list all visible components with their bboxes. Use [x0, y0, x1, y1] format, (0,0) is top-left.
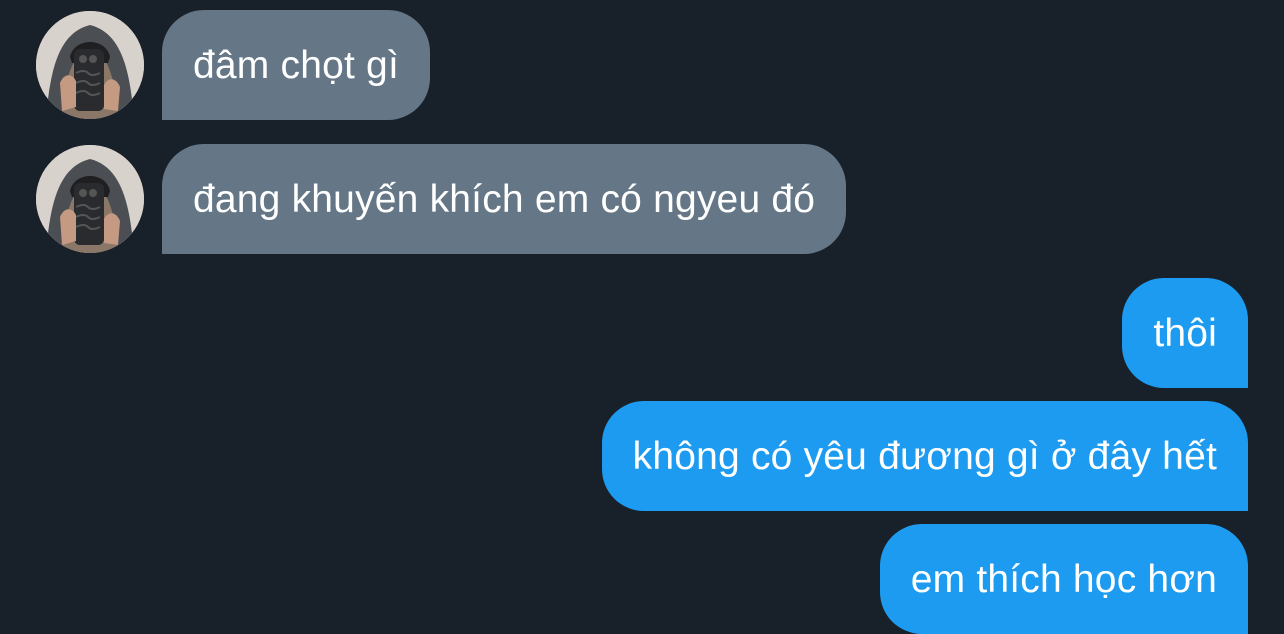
message-row-incoming: đâm chọt gì [36, 10, 430, 120]
message-bubble-incoming[interactable]: đang khuyến khích em có ngyeu đó [162, 144, 847, 254]
message-row-incoming: đang khuyến khích em có ngyeu đó [36, 144, 847, 254]
user-avatar[interactable] [36, 145, 144, 253]
user-avatar-image [36, 11, 144, 119]
message-bubble-incoming[interactable]: đâm chọt gì [162, 10, 430, 120]
message-row-outgoing: em thích học hơn [879, 524, 1248, 634]
user-avatar[interactable] [36, 11, 144, 119]
message-bubble-outgoing[interactable]: không có yêu đương gì ở đây hết [601, 401, 1248, 511]
message-row-outgoing: thôi [1122, 278, 1248, 388]
message-row-outgoing: không có yêu đương gì ở đây hết [601, 401, 1248, 511]
message-bubble-outgoing[interactable]: em thích học hơn [879, 524, 1248, 634]
conversation-thread: đâm chọt gì đang khuyến khích em có ngye… [0, 0, 1284, 634]
message-bubble-outgoing[interactable]: thôi [1122, 278, 1248, 388]
user-avatar-image [36, 145, 144, 253]
